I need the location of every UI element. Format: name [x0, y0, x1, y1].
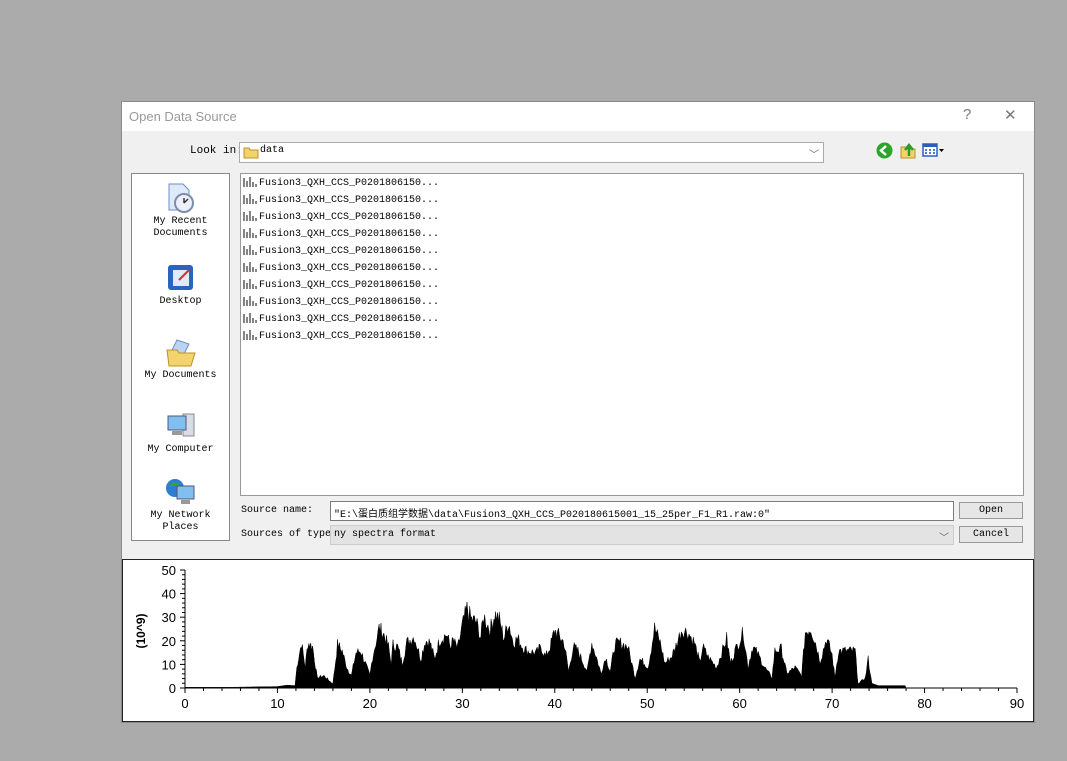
- spectrum-file-icon: [243, 330, 257, 340]
- file-name: Fusion3_QXH_CCS_P0201806150...: [259, 246, 440, 257]
- y-tick-label: 30: [162, 610, 176, 625]
- file-item[interactable]: Fusion3_QXH_CCS_P0201806150...: [243, 244, 439, 260]
- dialog-title: Open Data Source: [129, 109, 237, 124]
- x-tick-label: 80: [917, 696, 931, 711]
- x-tick-label: 40: [548, 696, 562, 711]
- spectrum-file-icon: [243, 313, 257, 323]
- file-list[interactable]: Fusion3_QXH_CCS_P0201806150... Fusion3_QX…: [240, 173, 1024, 496]
- title-bar: Open Data Source ? ✕: [122, 102, 1034, 131]
- places-bar: My Recent Documents Desktop My Documents…: [131, 173, 230, 541]
- chromatogram-chart: 0 10 20 30 40 50 60 70 80 90 0 10 20 30 40 50 (10^9): [134, 563, 1024, 711]
- file-name: Fusion3_QXH_CCS_P0201806150...: [259, 229, 440, 240]
- spectrum-file-icon: [243, 262, 257, 272]
- file-item[interactable]: Fusion3_QXH_CCS_P0201806150...: [243, 210, 439, 226]
- spectrum-file-icon: [243, 296, 257, 306]
- file-name: Fusion3_QXH_CCS_P0201806150...: [259, 178, 440, 189]
- file-item[interactable]: Fusion3_QXH_CCS_P0201806150...: [243, 261, 439, 277]
- open-data-source-dialog: Open Data Source ? ✕ Look in: data ﹀ My …: [121, 101, 1035, 723]
- spectrum-file-icon: [243, 279, 257, 289]
- recent-documents-icon: [168, 183, 194, 213]
- place-my-documents[interactable]: My Documents: [132, 336, 229, 382]
- file-name: Fusion3_QXH_CCS_P0201806150...: [259, 314, 440, 325]
- x-tick-label: 50: [640, 696, 654, 711]
- x-tick-label: 70: [825, 696, 839, 711]
- help-button[interactable]: ?: [963, 106, 971, 123]
- file-name: Fusion3_QXH_CCS_P0201806150...: [259, 263, 440, 274]
- source-name-input[interactable]: "E:\蛋白质组学数据\data\Fusion3_QXH_CCS_P020180…: [330, 501, 954, 521]
- y-tick-label: 40: [162, 587, 176, 602]
- look-in-label: Look in:: [190, 145, 243, 157]
- x-tick-label: 30: [455, 696, 469, 711]
- chromatogram-trace: [184, 602, 907, 689]
- x-tick-label: 10: [270, 696, 284, 711]
- chromatogram-preview: 0 10 20 30 40 50 60 70 80 90 0 10 20 30 40 50 (10^9): [122, 559, 1034, 722]
- spectrum-file-icon: [243, 228, 257, 238]
- look-in-value: data: [260, 145, 285, 156]
- source-type-label: Sources of type:: [241, 529, 338, 540]
- file-item[interactable]: Fusion3_QXH_CCS_P0201806150...: [243, 329, 439, 345]
- file-item[interactable]: Fusion3_QXH_CCS_P0201806150...: [243, 176, 439, 192]
- spectrum-file-icon: [243, 177, 257, 187]
- file-item[interactable]: Fusion3_QXH_CCS_P0201806150...: [243, 227, 439, 243]
- file-name: Fusion3_QXH_CCS_P0201806150...: [259, 212, 440, 223]
- x-tick-label: 20: [363, 696, 377, 711]
- up-folder-icon[interactable]: [900, 142, 917, 159]
- back-icon[interactable]: [876, 142, 893, 159]
- x-tick-label: 0: [181, 696, 188, 711]
- file-name: Fusion3_QXH_CCS_P0201806150...: [259, 297, 440, 308]
- my-computer-icon: [167, 413, 194, 437]
- source-type-dropdown[interactable]: ny spectra format ﹀: [330, 525, 954, 545]
- chevron-down-icon: ﹀: [809, 150, 819, 161]
- folder-icon: [243, 147, 259, 159]
- place-my-network-places[interactable]: My Network Places: [132, 476, 229, 534]
- file-item[interactable]: Fusion3_QXH_CCS_P0201806150...: [243, 312, 439, 328]
- chevron-down-icon: ﹀: [939, 533, 949, 544]
- y-tick-label: 20: [162, 634, 176, 649]
- place-desktop[interactable]: Desktop: [132, 262, 229, 308]
- spectrum-file-icon: [243, 194, 257, 204]
- cancel-button[interactable]: Cancel: [959, 526, 1023, 543]
- network-places-icon: [165, 479, 194, 504]
- source-name-label: Source name:: [241, 505, 314, 516]
- my-documents-icon: [165, 339, 196, 367]
- place-my-computer[interactable]: My Computer: [132, 410, 229, 456]
- look-in-dropdown[interactable]: data ﹀: [239, 142, 824, 163]
- y-tick-label: 10: [162, 657, 176, 672]
- place-my-recent-documents[interactable]: My Recent Documents: [132, 182, 229, 240]
- file-item[interactable]: Fusion3_QXH_CCS_P0201806150...: [243, 295, 439, 311]
- close-button[interactable]: ✕: [1004, 106, 1017, 124]
- open-button[interactable]: Open: [959, 502, 1023, 519]
- file-item[interactable]: Fusion3_QXH_CCS_P0201806150...: [243, 278, 439, 294]
- y-axis-label: (10^9): [134, 613, 148, 648]
- spectrum-file-icon: [243, 211, 257, 221]
- desktop-icon: [167, 265, 193, 290]
- spectrum-file-icon: [243, 245, 257, 255]
- file-item[interactable]: Fusion3_QXH_CCS_P0201806150...: [243, 193, 439, 209]
- file-name: Fusion3_QXH_CCS_P0201806150...: [259, 331, 440, 342]
- y-tick-label: 0: [169, 681, 176, 696]
- x-tick-label: 90: [1010, 696, 1024, 711]
- view-menu-icon[interactable]: [922, 142, 946, 159]
- x-tick-label: 60: [732, 696, 746, 711]
- file-name: Fusion3_QXH_CCS_P0201806150...: [259, 195, 440, 206]
- y-tick-label: 50: [162, 563, 176, 578]
- file-name: Fusion3_QXH_CCS_P0201806150...: [259, 280, 440, 291]
